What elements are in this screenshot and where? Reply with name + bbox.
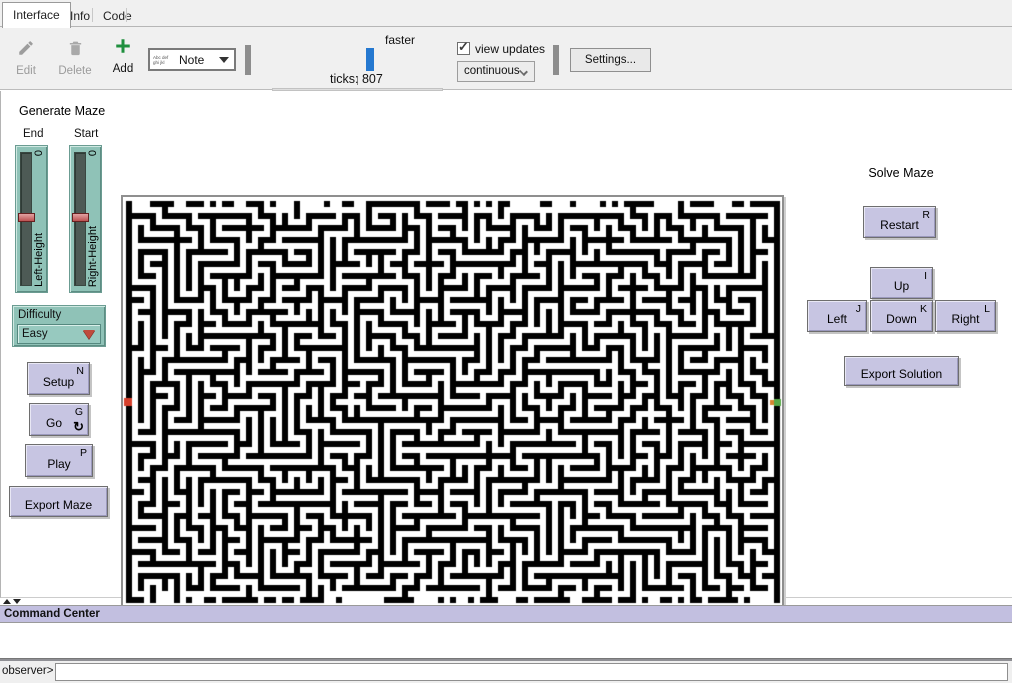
speed-slider-thumb[interactable] [366,48,374,71]
difficulty-chooser: Difficulty Easy [12,305,106,347]
delete-button[interactable]: Delete [53,39,97,77]
world-view[interactable] [121,195,784,609]
toolbar-separator [245,45,251,75]
slider-thumb[interactable] [18,213,35,222]
shortcut-key: R [922,209,930,221]
export-maze-button[interactable]: Export Maze [9,486,108,517]
end-label: End [23,128,43,140]
right-button[interactable]: L Right [935,300,996,332]
shortcut-key: N [76,365,84,377]
export-solution-button[interactable]: Export Solution [844,356,959,386]
slider-value: 0 [33,150,45,156]
observer-prompt-label: observer> [2,665,53,677]
trash-icon [67,44,84,61]
command-input[interactable] [55,663,1008,681]
down-button[interactable]: K Down [870,300,933,332]
difficulty-label: Difficulty [18,309,61,321]
left-button[interactable]: J Left [807,300,867,332]
tab-code[interactable]: Code [93,6,142,27]
update-mode-value: continuous [464,65,520,77]
command-center-output [0,624,1012,658]
settings-button[interactable]: Settings... [570,48,651,72]
solve-maze-title: Solve Maze [851,166,951,180]
edit-label: Edit [8,65,44,77]
right-height-slider[interactable]: 0 Right-Height [69,145,102,293]
slider-thumb[interactable] [72,213,89,222]
text-widget-icon: Abc def ghi jkl [153,55,177,65]
plus-icon [114,42,132,59]
widget-type-value: Note [179,53,219,67]
shortcut-key: L [984,303,990,315]
difficulty-value: Easy [22,328,48,340]
slider-name: Right-Height [87,226,99,287]
edit-button[interactable]: Edit [8,39,44,77]
arrow-down-icon [13,599,21,604]
toolbar: Edit Delete Add Abc def ghi jkl Note [0,27,1012,90]
tab-interface[interactable]: Interface [2,2,71,28]
add-widget-button[interactable]: Add [108,37,138,75]
setup-button[interactable]: N Setup [27,362,90,395]
maze-view-canvas[interactable] [123,197,782,607]
arrow-up-icon [3,599,11,604]
shortcut-key: I [924,270,927,282]
chooser-arrow-icon [83,330,95,339]
netlogo-window: Interface Info Code Edit Delete Add [0,0,1012,686]
update-mode-select[interactable]: continuous [457,61,535,82]
left-height-slider[interactable]: 0 Left-Height [15,145,48,293]
forever-icon: ↻ [73,421,84,433]
pencil-icon [17,44,35,61]
view-updates-label: view updates [475,42,545,56]
shortcut-key: G [75,406,83,418]
faster-label: faster [385,33,415,47]
difficulty-select[interactable]: Easy [17,324,101,344]
generate-maze-title: Generate Maze [19,104,105,118]
shortcut-key: K [920,303,927,315]
slider-name: Left-Height [33,233,45,287]
shortcut-key: J [856,303,861,315]
start-label: Start [74,128,98,140]
go-button[interactable]: G Go ↻ [29,403,89,436]
dropdown-arrow-icon [219,57,229,63]
add-label: Add [108,63,138,75]
command-prompt-row: observer> [0,661,1012,683]
widget-type-dropdown[interactable]: Abc def ghi jkl Note [148,48,236,71]
command-center-header: Command Center [0,605,1012,623]
chevron-down-icon [519,67,528,76]
slider-value: 0 [87,150,99,156]
tab-bar: Interface Info Code [0,0,1012,27]
checkmark-icon: ✓ [458,39,469,55]
restart-button[interactable]: R Restart [863,206,936,238]
up-button[interactable]: I Up [870,267,933,299]
view-updates-checkbox[interactable]: ✓ [457,42,470,55]
delete-label: Delete [53,65,97,77]
shortcut-key: P [80,447,87,459]
interface-canvas: Generate Maze End Start 0 Left-Height 0 … [0,91,1012,598]
tab-separator [126,8,127,22]
play-button[interactable]: P Play [25,444,93,477]
ticks-counter: ticks: 807 [330,72,383,86]
toolbar-separator [553,45,559,75]
